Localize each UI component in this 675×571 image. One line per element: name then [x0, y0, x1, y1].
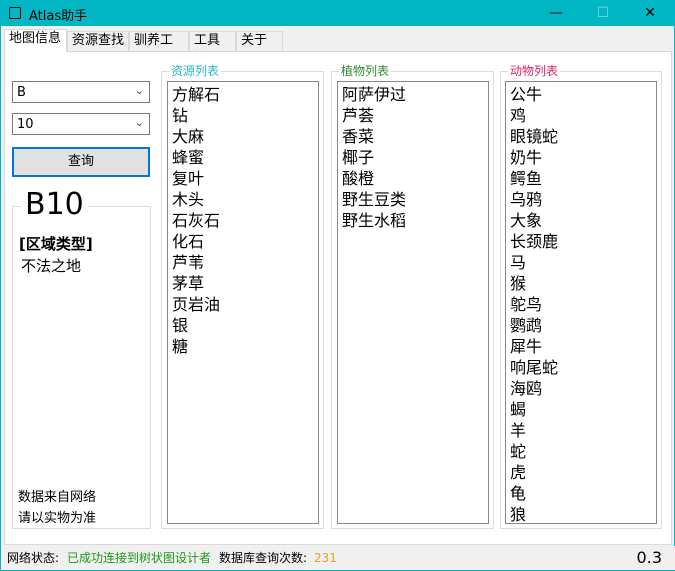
region-number-select[interactable]: 10 ⌄ [12, 113, 150, 135]
chevron-down-icon: ⌄ [134, 84, 144, 97]
list-item[interactable]: 木头 [172, 189, 314, 210]
app-icon [9, 7, 21, 19]
query-button[interactable]: 查询 [12, 147, 150, 177]
select-value: 10 [17, 117, 34, 132]
chevron-down-icon: ⌄ [134, 116, 144, 129]
resource-listbox[interactable]: 方解石钻大麻 蜂蜜 复叶 木头 石灰石 化石 芦苇 茅草 页岩油银糖 [167, 81, 319, 524]
title-bar: Atlas助手 — ☐ ✕ [1, 1, 675, 26]
list-item[interactable]: 蜂蜜 [172, 147, 314, 168]
list-item[interactable]: 芦苇 [172, 252, 314, 273]
list-item[interactable]: 公牛 [510, 84, 652, 105]
network-status-label: 网络状态: [7, 551, 60, 565]
network-status-value: 已成功连接到树状图设计者 [67, 551, 212, 565]
list-item[interactable]: 石灰石 [172, 210, 314, 231]
list-item[interactable]: 香菜 [342, 126, 484, 147]
close-button[interactable]: ✕ [627, 1, 673, 26]
minimize-button[interactable]: — [533, 1, 579, 26]
list-item[interactable]: 狼 [510, 504, 652, 525]
list-item[interactable]: 页岩油 [172, 294, 314, 315]
tab-resource-search[interactable]: 资源查找 [67, 31, 129, 51]
list-item[interactable]: 马 [510, 252, 652, 273]
note-disclaimer: 请以实物为准 [18, 511, 97, 526]
plant-list-title: 植物列表 [339, 64, 392, 78]
tab-about[interactable]: 关于 [236, 31, 283, 51]
list-item[interactable]: 大象 [510, 210, 652, 231]
list-item[interactable]: 虎 [510, 462, 652, 483]
list-item[interactable]: 方解石 [172, 84, 314, 105]
list-item[interactable]: 化石 [172, 231, 314, 252]
list-item[interactable]: 银 [172, 315, 314, 336]
list-item[interactable]: 鳄鱼 [510, 168, 652, 189]
status-bar: 网络状态: 已成功连接到树状图设计者 数据库查询次数: 231 0.3 [1, 546, 675, 570]
list-item[interactable]: 鹦鹉 [510, 315, 652, 336]
list-item[interactable]: 糖 [172, 336, 314, 357]
region-type-value: 不法之地 [21, 257, 82, 275]
plant-listbox[interactable]: 阿萨伊过 芦荟 香菜 椰子 酸橙 野生豆类 野生水稻 [337, 81, 489, 524]
tab-map-info[interactable]: 地图信息 [4, 29, 67, 52]
list-item[interactable]: 羊 [510, 420, 652, 441]
region-type-label: [区域类型] [19, 235, 93, 253]
animal-list-title: 动物列表 [508, 64, 561, 78]
query-count-value: 231 [314, 551, 337, 565]
list-item[interactable]: 眼镜蛇 [510, 126, 652, 147]
list-item[interactable]: 响尾蛇 [510, 357, 652, 378]
note-source: 数据来自网络 [18, 490, 97, 505]
animal-listbox[interactable]: 公牛鸡眼镜蛇 奶牛 鳄鱼 乌鸦 大象 长颈鹿马猴鸵鸟 鹦鹉 犀牛 响尾蛇 海鸥蝎羊蛇虎龟狼 [505, 81, 657, 524]
list-item[interactable]: 阿萨伊过 [342, 84, 484, 105]
list-item[interactable]: 茅草 [172, 273, 314, 294]
list-item[interactable]: 野生水稻 [342, 210, 484, 231]
version-label: 0.3 [636, 548, 662, 567]
tab-taming-tools[interactable]: 驯养工具 [129, 31, 189, 66]
list-item[interactable]: 鸡 [510, 105, 652, 126]
list-item[interactable]: 龟 [510, 483, 652, 504]
maximize-button[interactable]: ☐ [580, 1, 626, 26]
region-letter-select[interactable]: B ⌄ [12, 81, 150, 103]
list-item[interactable]: 钻 [172, 105, 314, 126]
list-item[interactable]: 猴 [510, 273, 652, 294]
app-window: Atlas助手 — ☐ ✕ 地图信息 资源查找 驯养工具 工具箱 关于 B⌄ 1… [0, 0, 675, 571]
list-item[interactable]: 鸵鸟 [510, 294, 652, 315]
list-item[interactable]: 蛇 [510, 441, 652, 462]
list-item[interactable]: 椰子 [342, 147, 484, 168]
list-item[interactable]: 芦荟 [342, 105, 484, 126]
list-item[interactable]: 犀牛 [510, 336, 652, 357]
resource-list-title: 资源列表 [169, 64, 222, 78]
list-item[interactable]: 蝎 [510, 399, 652, 420]
list-item[interactable]: 酸橙 [342, 168, 484, 189]
list-item[interactable]: 长颈鹿 [510, 231, 652, 252]
list-item[interactable]: 复叶 [172, 168, 314, 189]
window-title: Atlas助手 [29, 9, 88, 24]
tab-toolbox[interactable]: 工具箱 [189, 31, 236, 66]
region-info-group: B10 [区域类型] 不法之地 数据来自网络 请以实物为准 [12, 187, 151, 529]
list-item[interactable]: 奶牛 [510, 147, 652, 168]
query-count-label: 数据库查询次数: [219, 551, 308, 565]
list-item[interactable]: 大麻 [172, 126, 314, 147]
list-item[interactable]: 海鸥 [510, 378, 652, 399]
list-item[interactable]: 野生豆类 [342, 189, 484, 210]
list-item[interactable]: 乌鸦 [510, 189, 652, 210]
select-value: B [17, 85, 26, 100]
region-code: B10 [21, 187, 88, 223]
